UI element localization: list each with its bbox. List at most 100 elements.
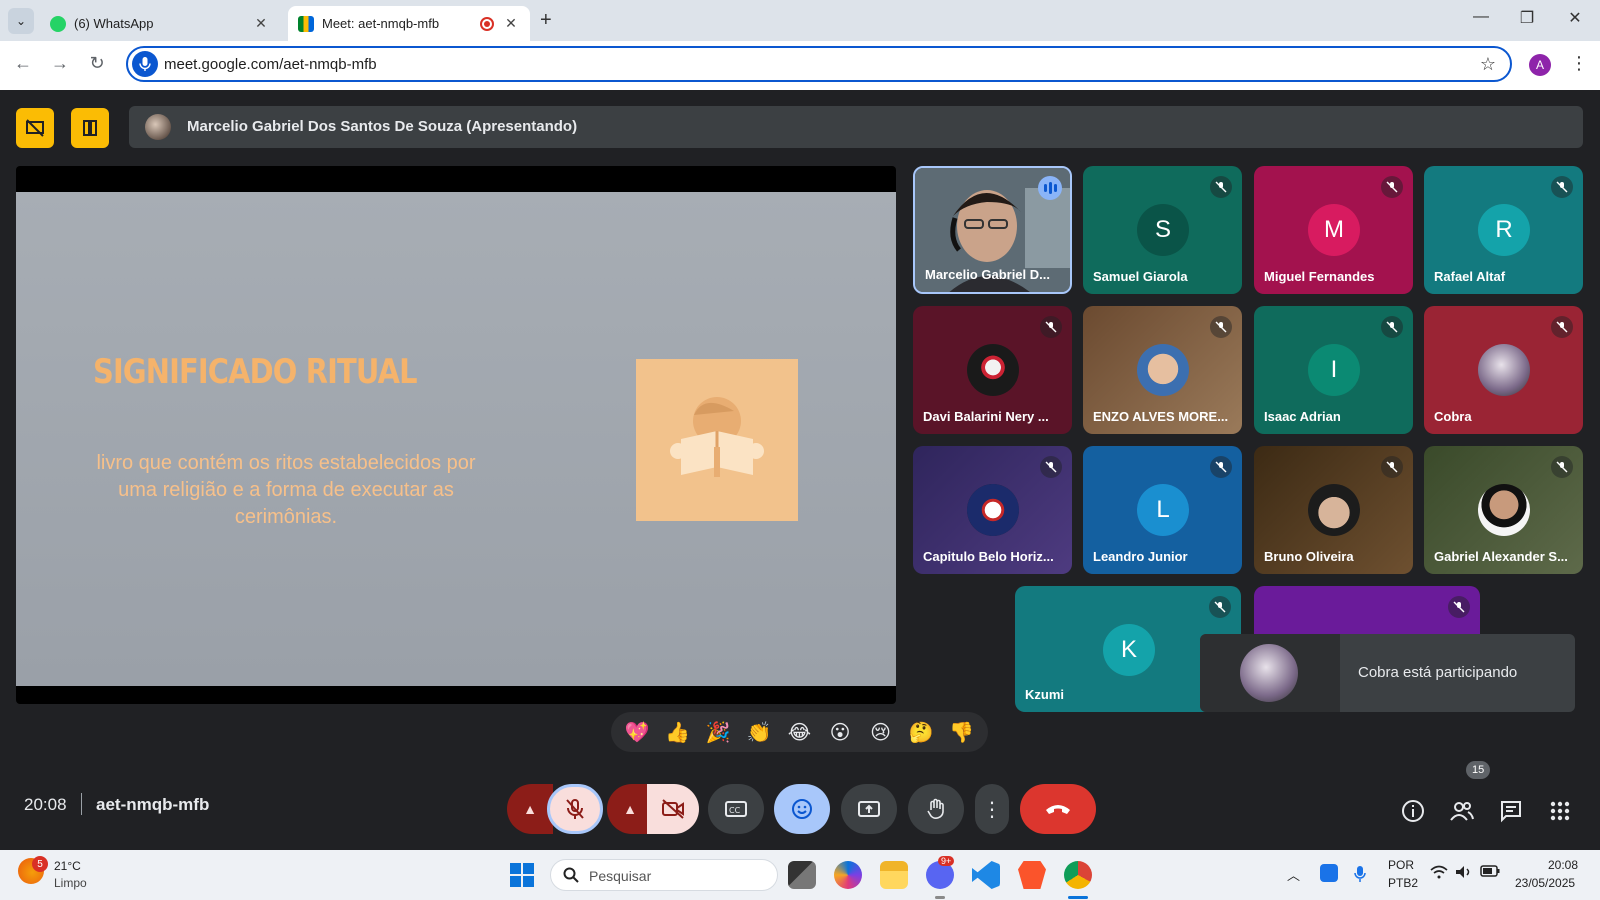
present-screen-button[interactable] [841, 784, 897, 834]
security-shield-icon[interactable] [1320, 864, 1338, 882]
participant-tile[interactable]: Capitulo Belo Horiz... [913, 446, 1072, 574]
tab-whatsapp[interactable]: (6) WhatsApp ✕ [40, 6, 280, 41]
active-indicator [1068, 896, 1088, 899]
file-explorer-icon[interactable] [880, 861, 908, 889]
whatsapp-icon [50, 15, 66, 32]
browser-menu-icon[interactable]: ⋮ [1570, 53, 1588, 74]
participant-name: Bruno Oliveira [1264, 549, 1354, 564]
copilot-icon[interactable] [834, 861, 862, 889]
chrome-icon[interactable] [1064, 861, 1092, 889]
chat-icon[interactable] [1498, 798, 1524, 824]
reactions-button[interactable] [774, 784, 830, 834]
participant-tile[interactable]: M Miguel Fernandes [1254, 166, 1413, 294]
reaction-clap[interactable]: 👏 [742, 720, 776, 744]
task-view-icon[interactable] [788, 861, 816, 889]
mic-off-icon [1551, 176, 1573, 198]
restore-button[interactable]: ❐ [1512, 8, 1542, 28]
participant-tile[interactable]: I Isaac Adrian [1254, 306, 1413, 434]
keyboard-layout[interactable]: PTB2 [1388, 876, 1418, 890]
slide: SIGNIFICADO RITUAL livro que contém os r… [16, 192, 896, 686]
profile-avatar[interactable]: A [1529, 54, 1551, 76]
taskbar-date[interactable]: 23/05/2025 [1515, 876, 1575, 890]
more-options-button[interactable]: ⋮ [975, 784, 1009, 834]
input-language[interactable]: POR [1388, 858, 1414, 872]
mic-off-icon [1551, 316, 1573, 338]
captions-button[interactable]: CC [708, 784, 764, 834]
forward-button[interactable]: → [47, 53, 73, 74]
battery-icon[interactable] [1480, 865, 1500, 880]
tab-title: (6) WhatsApp [74, 16, 154, 31]
wifi-icon[interactable] [1430, 865, 1448, 882]
presentation-stage[interactable]: SIGNIFICADO RITUAL livro que contém os r… [16, 166, 896, 704]
activities-grid-icon[interactable] [1547, 798, 1573, 824]
leave-call-button[interactable] [1020, 784, 1096, 834]
reaction-laugh[interactable]: 😂 [782, 720, 816, 744]
reaction-thinking[interactable]: 🤔 [904, 720, 938, 744]
slide-title: SIGNIFICADO RITUAL [93, 352, 418, 392]
show-hidden-icons-chevron-icon[interactable]: ︿ [1287, 865, 1300, 884]
tab-close-icon[interactable]: ✕ [252, 15, 270, 32]
participant-tile[interactable]: Bruno Oliveira [1254, 446, 1413, 574]
mic-toggle-button[interactable] [547, 784, 603, 834]
back-button[interactable]: ← [10, 53, 36, 74]
reload-button[interactable]: ↻ [84, 53, 110, 74]
new-tab-button[interactable]: + [540, 9, 552, 32]
bookmark-star-icon[interactable]: ☆ [1480, 54, 1496, 75]
mic-off-icon [566, 799, 584, 819]
participant-tile[interactable]: R Rafael Altaf [1424, 166, 1583, 294]
reactions-bar: 💖 👍 🎉 👏 😂 😮 😢 🤔 👎 [611, 712, 988, 752]
reaction-heart[interactable]: 💖 [620, 720, 654, 744]
minimize-button[interactable]: — [1466, 8, 1496, 26]
participant-tile[interactable]: Davi Balarini Nery ... [913, 306, 1072, 434]
reaction-thumbs-up[interactable]: 👍 [661, 720, 695, 744]
volume-icon[interactable] [1455, 865, 1473, 882]
brave-icon[interactable] [1018, 861, 1046, 889]
meeting-code[interactable]: aet-nmqb-mfb [96, 795, 209, 815]
browser-tabstrip: ⌄ (6) WhatsApp ✕ Meet: aet-nmqb-mfb ✕ + … [0, 0, 1600, 41]
microphone-active-icon[interactable] [132, 51, 158, 77]
participant-tile[interactable]: Cobra [1424, 306, 1583, 434]
participant-avatar [1308, 484, 1360, 536]
meeting-info-icon[interactable] [1400, 798, 1426, 824]
reaction-surprised[interactable]: 😮 [823, 720, 857, 744]
raise-hand-button[interactable] [908, 784, 964, 834]
taskbar-search[interactable]: Pesquisar [550, 859, 778, 891]
people-count-badge: 15 [1466, 761, 1491, 779]
reaction-thumbs-down[interactable]: 👎 [945, 720, 979, 744]
url-text: meet.google.com/aet-nmqb-mfb [164, 56, 377, 73]
stop-presentation-button[interactable] [16, 108, 54, 148]
windows-taskbar: 5 21°C Limpo Pesquisar 9+ ︿ POR PTB2 20:… [0, 850, 1600, 900]
people-icon[interactable] [1449, 798, 1475, 824]
tab-meet[interactable]: Meet: aet-nmqb-mfb ✕ [288, 6, 530, 41]
slide-body: livro que contém os ritos estabelecidos … [96, 452, 476, 528]
windows-start-icon[interactable] [510, 863, 534, 887]
participant-name: ENZO ALVES MORE... [1093, 409, 1229, 424]
participant-tile[interactable]: ENZO ALVES MORE... [1083, 306, 1242, 434]
taskbar-time[interactable]: 20:08 [1548, 858, 1578, 872]
pin-presentation-button[interactable] [71, 108, 109, 148]
participant-name: Gabriel Alexander S... [1434, 549, 1568, 564]
camera-toggle-button[interactable] [647, 784, 699, 834]
vscode-icon[interactable] [972, 861, 1000, 889]
participant-tile[interactable]: L Leandro Junior [1083, 446, 1242, 574]
close-window-button[interactable]: ✕ [1560, 8, 1590, 28]
reaction-party[interactable]: 🎉 [701, 720, 735, 744]
weather-temperature[interactable]: 21°C [54, 859, 81, 873]
participant-avatar: S [1137, 204, 1189, 256]
participant-tile[interactable]: Gabriel Alexander S... [1424, 446, 1583, 574]
mic-off-icon [1040, 456, 1062, 478]
address-bar[interactable]: meet.google.com/aet-nmqb-mfb ☆ [126, 46, 1512, 82]
present-icon [858, 801, 880, 817]
mic-off-icon [1210, 316, 1232, 338]
participant-name: Rafael Altaf [1434, 269, 1506, 284]
participant-tile[interactable]: Marcelio Gabriel D... [913, 166, 1072, 294]
microphone-tray-icon[interactable] [1354, 865, 1366, 886]
participant-name: Davi Balarini Nery ... [923, 409, 1049, 424]
tab-search-button[interactable]: ⌄ [8, 8, 34, 34]
more-vert-icon: ⋮ [982, 798, 1002, 821]
tab-close-icon[interactable]: ✕ [502, 15, 520, 32]
emoji-smile-icon [792, 799, 812, 819]
participant-tile[interactable]: S Samuel Giarola [1083, 166, 1242, 294]
mic-off-icon [1381, 456, 1403, 478]
reaction-sad[interactable]: 😢 [864, 720, 898, 744]
